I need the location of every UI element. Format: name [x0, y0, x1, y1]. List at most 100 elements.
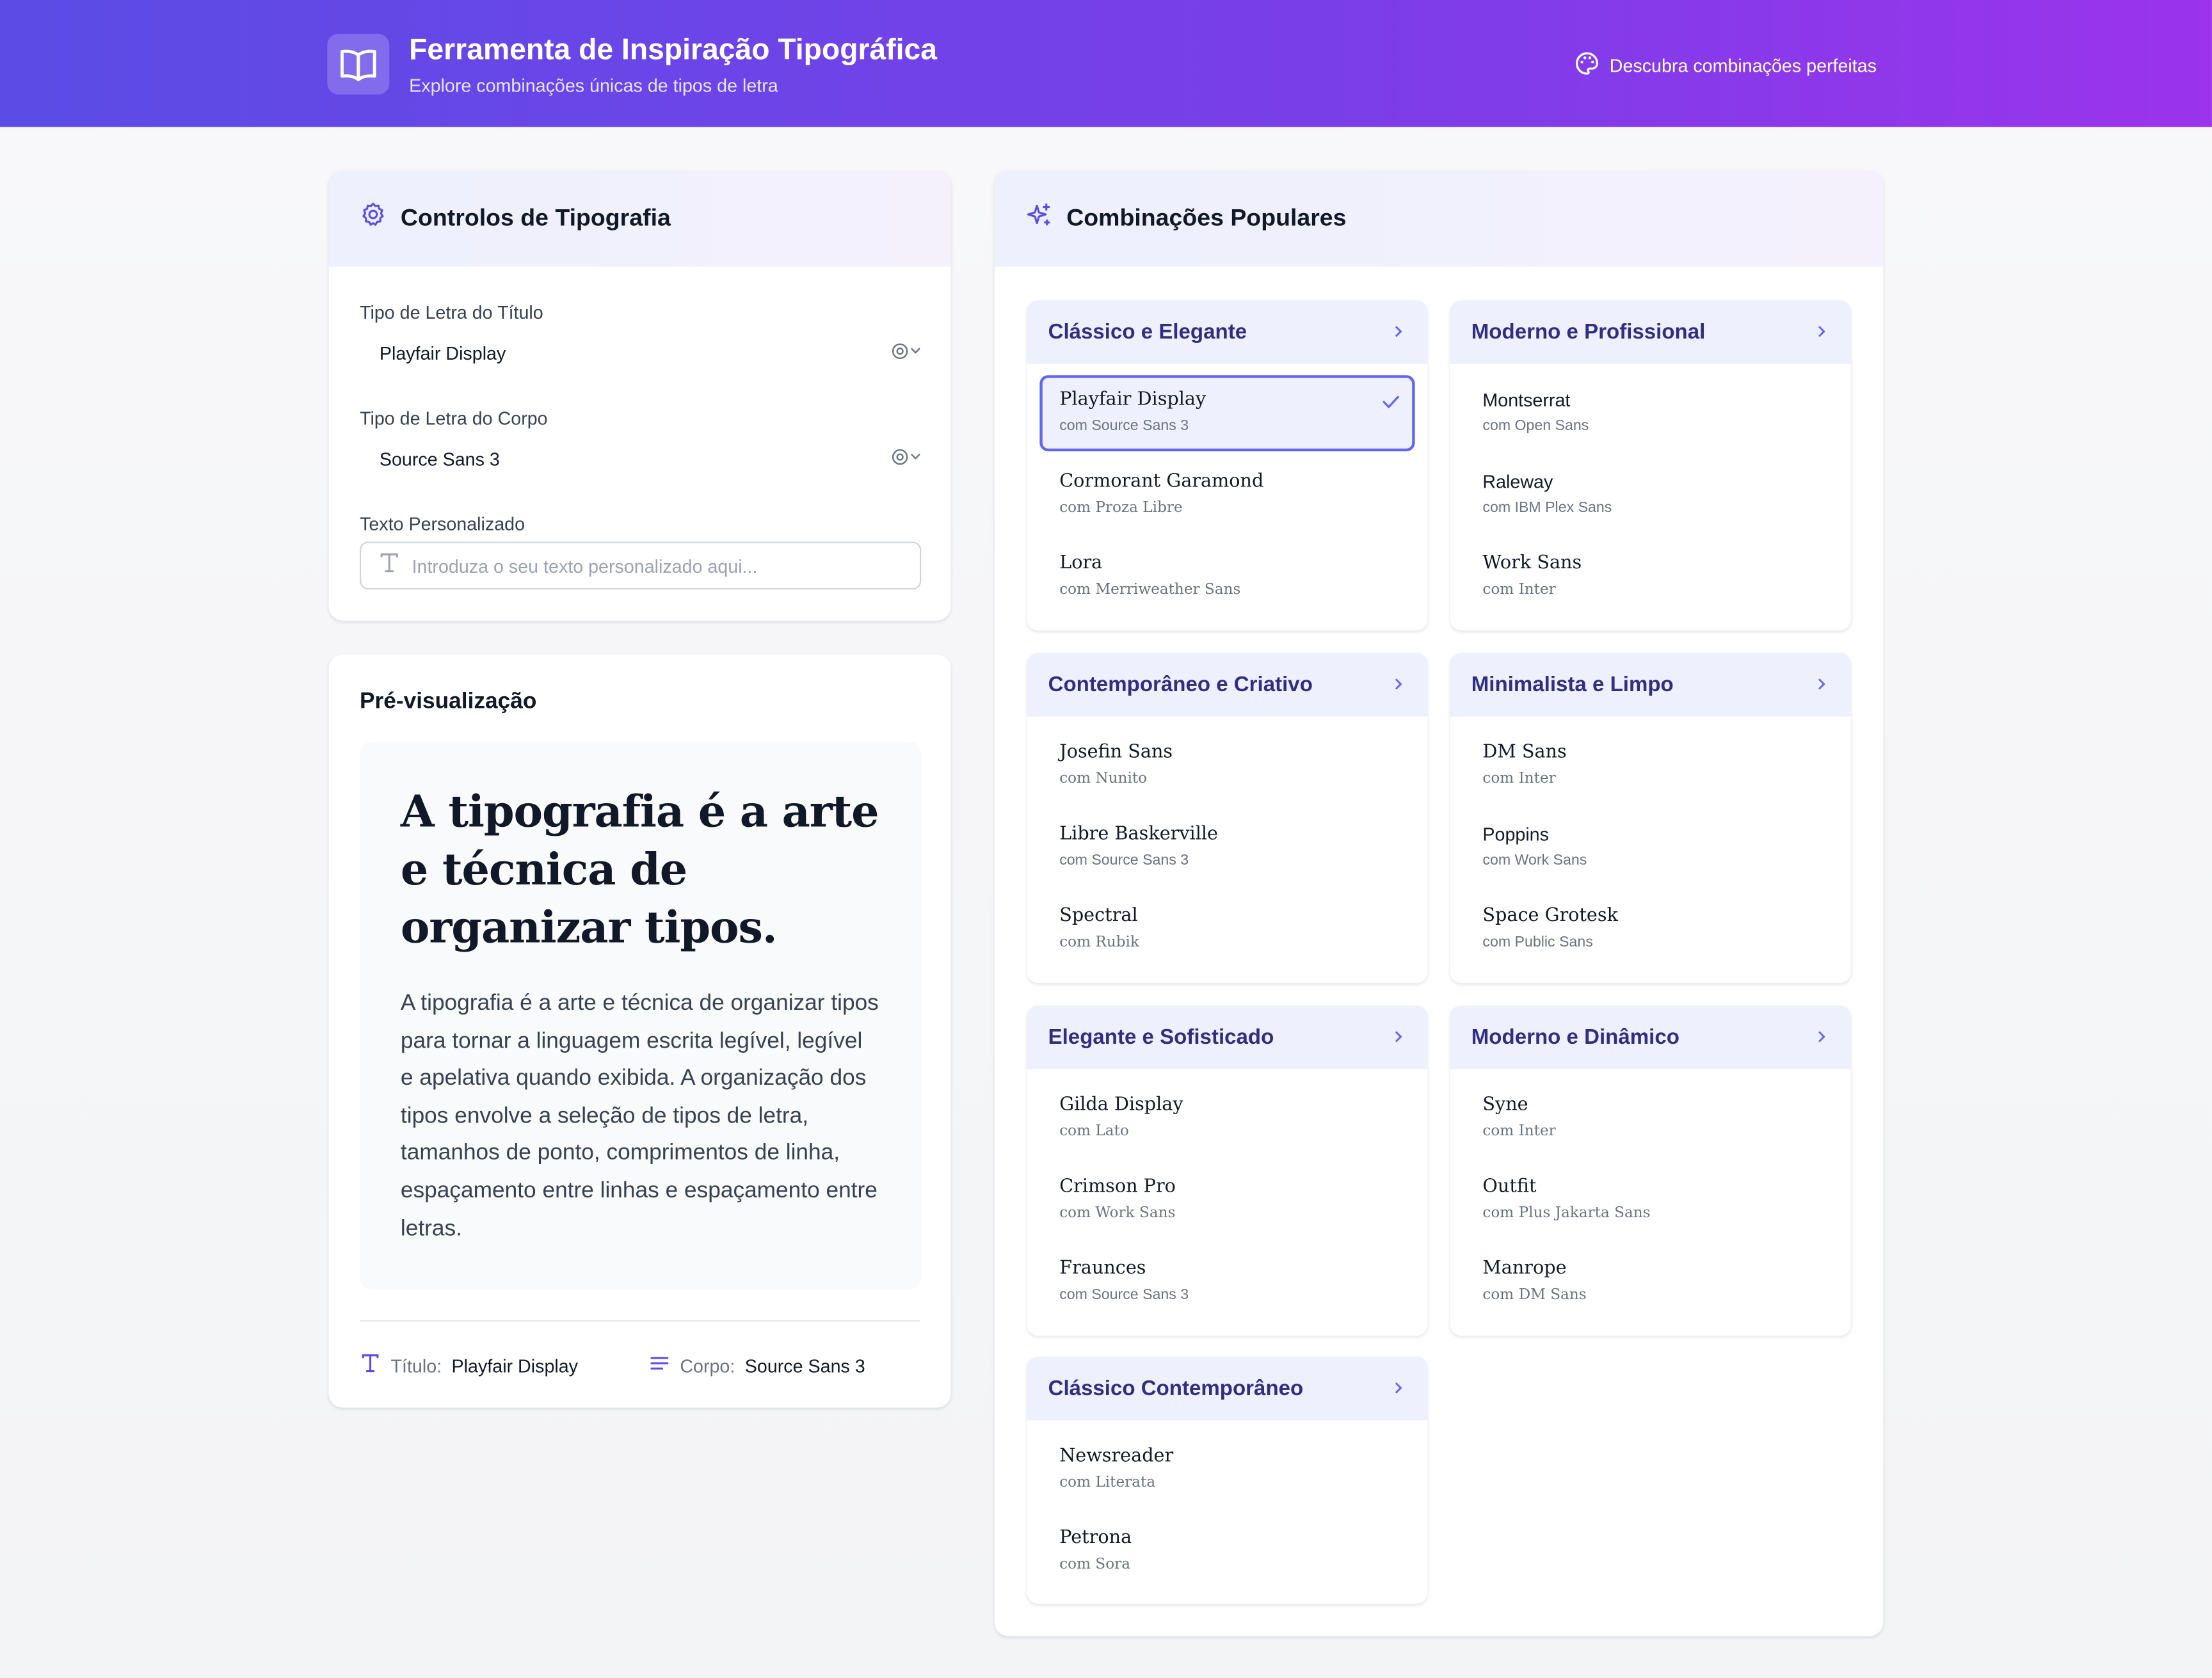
pair-heading-font: DM Sans: [1482, 742, 1567, 763]
font-pair-item[interactable]: Petrona com Sora: [1039, 1514, 1415, 1590]
category-card: Elegante e Sofisticado Gilda Display com…: [1027, 1005, 1428, 1336]
font-pair-item[interactable]: Work Sans com Inter: [1463, 539, 1838, 615]
pair-heading-font: Newsreader: [1059, 1446, 1174, 1467]
chevron-right-icon: [1814, 1025, 1828, 1050]
pair-list: Gilda Display com Lato Crimson Pro com W…: [1027, 1069, 1428, 1334]
pair-list: Playfair Display com Source Sans 3 Cormo…: [1027, 364, 1428, 629]
font-pair-item[interactable]: DM Sans com Inter: [1463, 728, 1838, 804]
divider: [360, 1320, 920, 1322]
chevron-right-icon: [1814, 319, 1828, 345]
heading-font-select[interactable]: Playfair Display: [360, 329, 921, 377]
font-pair-item[interactable]: Cormorant Garamond com Proza Libre: [1039, 457, 1415, 533]
pair-heading-font: Work Sans: [1482, 552, 1582, 575]
pair-list: Josefin Sans com Nunito Libre Baskervill…: [1027, 717, 1428, 982]
font-pair-item[interactable]: Manrope com DM Sans: [1463, 1244, 1838, 1320]
preview-area: A tipografia é a arte e técnica de organ…: [360, 742, 922, 1290]
font-pair-item[interactable]: Libre Baskerville com Source Sans 3: [1039, 810, 1415, 886]
sparkles-icon: [1025, 202, 1052, 236]
font-pair-item[interactable]: Raleway com IBM Plex Sans: [1463, 457, 1838, 533]
popular-card: Combinações Populares Clássico e Elegant…: [994, 170, 1884, 1636]
font-pair-item[interactable]: Poppins com Work Sans: [1463, 810, 1838, 886]
body-summary-value: Source Sans 3: [744, 1354, 865, 1377]
category-title: Clássico Contemporâneo: [1048, 1377, 1304, 1401]
pair-heading-font: Cormorant Garamond: [1059, 471, 1264, 493]
category-header[interactable]: Clássico e Elegante: [1027, 300, 1428, 364]
pair-heading-font: Playfair Display: [1059, 389, 1206, 411]
pair-body-font: com Source Sans 3: [1059, 417, 1189, 435]
category-header[interactable]: Moderno e Profissional: [1450, 300, 1851, 364]
category-header[interactable]: Elegante e Sofisticado: [1027, 1005, 1428, 1069]
popular-card-header: Combinações Populares: [994, 170, 1884, 267]
font-pair-item[interactable]: Outfit com Plus Jakarta Sans: [1463, 1162, 1838, 1238]
body-font-value: Source Sans 3: [379, 447, 500, 469]
custom-text-input[interactable]: [412, 555, 878, 577]
category-header[interactable]: Minimalista e Limpo: [1450, 653, 1851, 717]
pair-heading-font: Gilda Display: [1059, 1094, 1183, 1116]
font-pair-item[interactable]: Fraunces com Source Sans 3: [1039, 1244, 1415, 1320]
pair-body-font: com Sora: [1059, 1556, 1131, 1573]
pair-heading-font: Poppins: [1482, 824, 1549, 845]
heading-summary-label: Título:: [390, 1354, 442, 1377]
type-icon: [360, 1353, 381, 1378]
pair-body-font: com Work Sans: [1482, 852, 1587, 869]
pair-heading-font: Raleway: [1482, 471, 1553, 493]
custom-text-field[interactable]: [360, 541, 922, 590]
font-pair-item[interactable]: Montserrat com Open Sans: [1463, 375, 1838, 451]
pair-body-font: com Inter: [1482, 581, 1556, 598]
pair-body-font: com Lato: [1059, 1123, 1129, 1140]
pair-heading-font: Josefin Sans: [1059, 742, 1173, 763]
pair-heading-font: Montserrat: [1482, 389, 1571, 411]
controls-card: Controlos de Tipografia Tipo de Letra do…: [328, 170, 951, 621]
pair-body-font: com Inter: [1482, 1123, 1556, 1140]
font-pair-item[interactable]: Crimson Pro com Work Sans: [1039, 1162, 1415, 1238]
category-title: Minimalista e Limpo: [1471, 673, 1674, 697]
pair-body-font: com Open Sans: [1482, 417, 1589, 435]
preview-card: Pré-visualização A tipografia é a arte e…: [328, 654, 951, 1408]
pair-body-font: com Work Sans: [1059, 1204, 1176, 1222]
pair-body-font: com Source Sans 3: [1059, 1286, 1189, 1304]
font-pair-item[interactable]: Syne com Inter: [1463, 1080, 1838, 1156]
pair-heading-font: Outfit: [1482, 1176, 1537, 1198]
category-title: Clássico e Elegante: [1048, 320, 1247, 344]
pair-body-font: com IBM Plex Sans: [1482, 499, 1612, 516]
pair-body-font: com DM Sans: [1482, 1286, 1587, 1304]
pair-heading-font: Libre Baskerville: [1059, 824, 1219, 845]
pair-body-font: com Plus Jakarta Sans: [1482, 1204, 1651, 1222]
font-pair-item[interactable]: Spectral com Rubik: [1039, 891, 1415, 968]
controls-title: Controlos de Tipografia: [400, 204, 671, 232]
custom-text-label: Texto Personalizado: [360, 513, 525, 535]
chevron-right-icon: [1391, 319, 1405, 345]
font-pair-item[interactable]: Newsreader com Literata: [1039, 1432, 1415, 1508]
font-pair-item[interactable]: Lora com Merriweather Sans: [1039, 539, 1415, 615]
body-font-label: Tipo de Letra do Corpo: [360, 407, 548, 429]
preview-heading: A tipografia é a arte e técnica de organ…: [400, 787, 879, 954]
pair-list: Montserrat com Open Sans Raleway com IBM…: [1450, 364, 1851, 629]
preview-body: A tipografia é a arte e técnica de organ…: [400, 991, 879, 1241]
pair-heading-font: Syne: [1482, 1094, 1528, 1116]
app-subtitle: Explore combinações únicas de tipos de l…: [409, 74, 778, 96]
category-card: Moderno e Dinâmico Syne com Inter Outfit…: [1450, 1005, 1851, 1336]
font-pair-item[interactable]: Playfair Display com Source Sans 3: [1039, 375, 1415, 452]
category-header[interactable]: Clássico Contemporâneo: [1027, 1357, 1428, 1421]
settings-icon: [360, 202, 387, 236]
pair-heading-font: Fraunces: [1059, 1258, 1146, 1280]
chevron-right-icon: [1391, 1376, 1405, 1402]
font-pair-item[interactable]: Josefin Sans com Nunito: [1039, 728, 1415, 804]
body-summary-label: Corpo:: [680, 1354, 735, 1377]
chevron-down-icon: [890, 341, 921, 361]
pair-heading-font: Petrona: [1059, 1527, 1132, 1549]
tagline-text: Descubra combinações perfeitas: [1609, 54, 1877, 77]
pair-body-font: com Proza Libre: [1059, 499, 1183, 516]
category-card: Moderno e Profissional Montserrat com Op…: [1450, 300, 1851, 631]
font-pair-item[interactable]: Space Grotesk com Public Sans: [1463, 891, 1838, 968]
pair-body-font: com Public Sans: [1482, 934, 1593, 951]
controls-card-header: Controlos de Tipografia: [328, 170, 951, 267]
pair-list: Syne com Inter Outfit com Plus Jakarta S…: [1450, 1069, 1851, 1334]
type-icon: [378, 551, 401, 580]
app-header: Ferramenta de Inspiração Tipográfica Exp…: [0, 0, 2212, 127]
category-header[interactable]: Moderno e Dinâmico: [1450, 1005, 1851, 1069]
font-pair-item[interactable]: Gilda Display com Lato: [1039, 1080, 1415, 1156]
pair-body-font: com Nunito: [1059, 770, 1148, 787]
body-font-select[interactable]: Source Sans 3: [360, 435, 921, 483]
category-header[interactable]: Contemporâneo e Criativo: [1027, 653, 1428, 717]
